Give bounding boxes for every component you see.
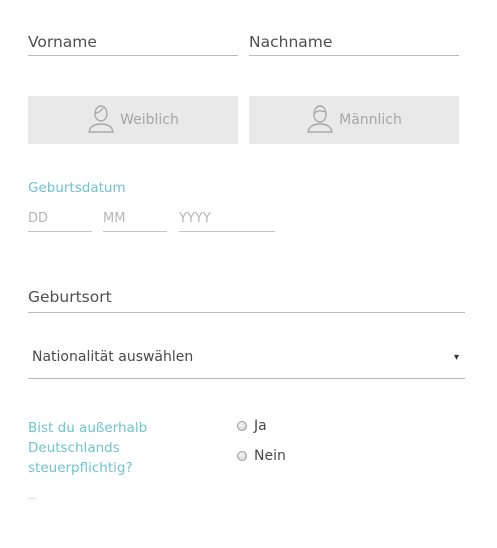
person-male-icon — [306, 103, 339, 137]
birth-place-label: Geburtsort — [28, 288, 112, 306]
last-name-label: Nachname — [249, 33, 333, 51]
birth-year-placeholder: YYYY — [179, 211, 211, 226]
first-name-field[interactable]: Vorname — [28, 25, 238, 56]
birth-date-caption: Geburtsdatum — [28, 180, 126, 196]
divider — [28, 498, 36, 499]
birth-day-placeholder: DD — [28, 211, 49, 226]
gender-male-label: Männlich — [339, 112, 402, 128]
radio-option-nein[interactable]: Nein — [237, 448, 286, 464]
last-name-field[interactable]: Nachname — [249, 25, 459, 56]
birth-year-input[interactable]: YYYY — [179, 208, 275, 232]
first-name-label: Vorname — [28, 33, 97, 51]
radio-label-nein: Nein — [254, 448, 286, 464]
person-female-icon — [87, 103, 120, 137]
radio-option-ja[interactable]: Ja — [237, 418, 267, 434]
gender-female-label: Weiblich — [120, 112, 179, 128]
chevron-down-icon: ▾ — [453, 352, 459, 363]
gender-female-button[interactable]: Weiblich — [28, 96, 238, 144]
birth-month-placeholder: MM — [103, 211, 126, 226]
gender-male-button[interactable]: Männlich — [249, 96, 459, 144]
radio-button[interactable] — [237, 421, 247, 431]
radio-button[interactable] — [237, 451, 247, 461]
nationality-select[interactable]: Nationalität auswählen ▾ — [28, 347, 465, 379]
radio-label-ja: Ja — [254, 418, 267, 434]
birth-place-field[interactable]: Geburtsort — [28, 280, 465, 313]
nationality-label: Nationalität auswählen — [32, 349, 194, 365]
tax-question-label: Bist du außerhalb Deutschlands steuerpfl… — [28, 420, 148, 476]
birth-day-input[interactable]: DD — [28, 208, 92, 232]
birth-month-input[interactable]: MM — [103, 208, 167, 232]
